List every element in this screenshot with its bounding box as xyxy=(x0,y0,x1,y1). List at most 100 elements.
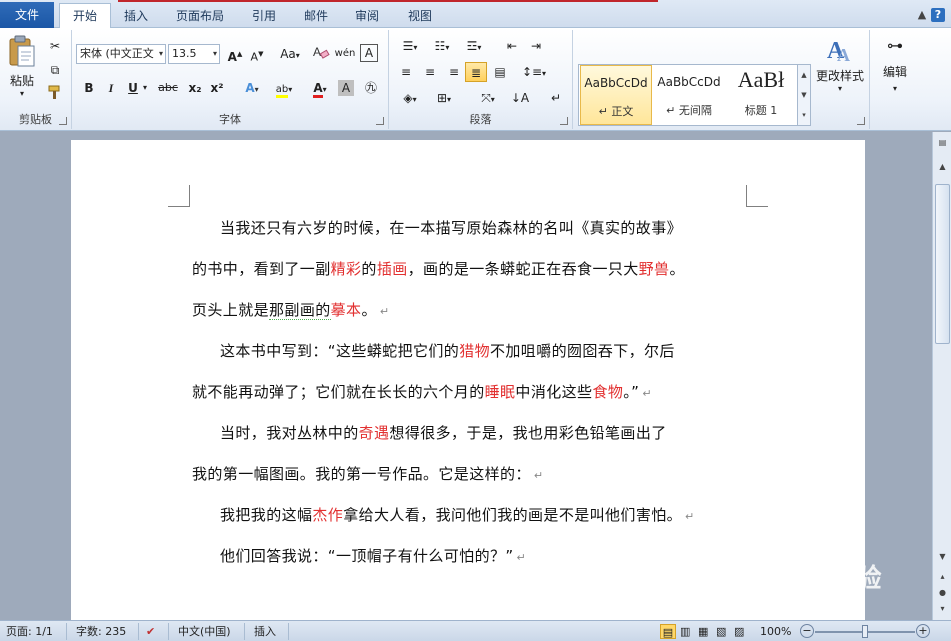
scroll-down-icon[interactable]: ▼ xyxy=(935,552,950,566)
bullets-icon[interactable]: ☰▾ xyxy=(395,36,425,56)
superscript-button[interactable]: x² xyxy=(206,78,228,98)
character-shading-icon[interactable]: A xyxy=(338,80,354,96)
scroll-down-icon[interactable]: ▼ xyxy=(798,85,810,105)
document-page[interactable]: 当我还只有六岁的时候，在一本描写原始森林的名叫《真实的故事》 的书中，看到了一副精… xyxy=(71,140,865,625)
outline-view-icon[interactable]: ▧ xyxy=(716,624,726,639)
multilevel-list-icon[interactable]: ☲▾ xyxy=(459,36,489,56)
zoom-slider-thumb[interactable] xyxy=(862,625,868,638)
tab-references[interactable]: 引用 xyxy=(244,6,284,28)
tab-mailings[interactable]: 邮件 xyxy=(296,6,336,28)
next-page-icon[interactable]: ▾ xyxy=(935,604,950,618)
highlighted-word: 猎物 xyxy=(459,342,490,360)
text-run: 的书中，看到了一副 xyxy=(192,260,331,278)
decrease-indent-icon[interactable]: ⇤ xyxy=(501,36,523,56)
insert-mode-indicator[interactable]: 插入 xyxy=(254,624,276,639)
scroll-up-icon[interactable]: ▲ xyxy=(798,65,810,85)
crop-mark xyxy=(746,185,768,207)
phonetic-guide-icon[interactable]: wén xyxy=(334,44,356,64)
clipboard-launcher-icon[interactable] xyxy=(59,117,67,125)
scroll-up-icon[interactable]: ▲ xyxy=(935,162,950,176)
underline-dropdown-icon[interactable]: ▾ xyxy=(140,78,150,98)
distributed-icon[interactable]: ▤ xyxy=(489,62,511,82)
chinese-layout-icon[interactable]: ⤧▾ xyxy=(473,88,503,108)
align-center-icon[interactable]: ≡ xyxy=(419,62,441,82)
zoom-level[interactable]: 100% xyxy=(760,624,791,639)
bold-button[interactable]: B xyxy=(78,78,100,98)
web-layout-icon[interactable]: ▦ xyxy=(698,624,708,639)
change-case-button[interactable]: Aa▾ xyxy=(276,44,304,64)
ruler-toggle-icon[interactable]: ▤ xyxy=(935,138,950,152)
text-effects-button[interactable]: A▾ xyxy=(238,78,266,98)
word-count[interactable]: 字数: 235 xyxy=(76,624,126,639)
tab-view[interactable]: 视图 xyxy=(400,6,440,28)
page-indicator[interactable]: 页面: 1/1 xyxy=(6,624,53,639)
previous-page-icon[interactable]: ▴ xyxy=(935,572,950,586)
paragraph-mark: ↵ xyxy=(685,510,695,523)
cut-icon[interactable]: ✂ xyxy=(44,36,66,56)
style-no-spacing[interactable]: AaBbCcDd ↵ 无间隔 xyxy=(653,65,725,125)
style-heading-1[interactable]: AaBł 标题 1 xyxy=(725,65,797,125)
text-line: 的书中，看到了一副精彩的插画，画的是一条蟒蛇正在吞食一只大野兽。 xyxy=(192,249,752,290)
font-color-button[interactable]: A▾ xyxy=(306,78,334,98)
browse-object-icon[interactable]: ● xyxy=(935,588,950,602)
shading-icon[interactable]: ◈▾ xyxy=(395,88,425,108)
align-left-icon[interactable]: ≡ xyxy=(395,62,417,82)
zoom-out-button[interactable]: − xyxy=(800,624,814,638)
styles-scroll[interactable]: ▲ ▼ ▾ xyxy=(797,64,811,126)
tab-insert[interactable]: 插入 xyxy=(116,6,156,28)
font-size-combo[interactable]: 13.5 ▾ xyxy=(168,44,220,64)
document-paragraph[interactable]: 这本书中写到：“这些蟒蛇把它们的猎物不加咀嚼的囫囵吞下，尔后 就不能再动弹了；它们… xyxy=(192,331,752,413)
grow-font-button[interactable]: A▲ xyxy=(224,44,246,64)
scroll-thumb[interactable] xyxy=(935,184,950,344)
sort-icon[interactable]: ↓A xyxy=(509,88,531,108)
character-border-icon[interactable]: A xyxy=(360,44,378,62)
show-marks-icon[interactable]: ↵ xyxy=(545,88,567,108)
editing-button[interactable]: ⊶ 编辑 ▾ xyxy=(876,36,914,106)
tab-review[interactable]: 审阅 xyxy=(347,6,387,28)
text-run: 我的第一幅图画。我的第一号作品。它是这样的： xyxy=(192,465,531,483)
full-screen-reading-icon[interactable]: ▥ xyxy=(680,624,690,639)
styles-launcher-icon[interactable] xyxy=(857,117,865,125)
tab-file[interactable]: 文件 xyxy=(0,2,54,28)
italic-button[interactable]: I xyxy=(100,78,122,98)
change-styles-button[interactable]: A A 更改样式 ▾ xyxy=(813,34,867,104)
increase-indent-icon[interactable]: ⇥ xyxy=(525,36,547,56)
numbering-icon[interactable]: ☷▾ xyxy=(427,36,457,56)
shrink-font-button[interactable]: A▼ xyxy=(246,44,268,64)
format-painter-icon[interactable] xyxy=(44,84,66,104)
strikethrough-button[interactable]: abc xyxy=(154,78,182,98)
document-paragraph[interactable]: 我把我的这幅杰作拿给大人看，我问他们我的画是不是叫他们害怕。 ↵ xyxy=(192,495,752,536)
paragraph-group: ☰▾ ☷▾ ☲▾ ⇤ ⇥ ≡ ≡ ≡ ≣ ▤ ↕≡▾ ◈▾ ⊞▾ ⤧▾ ↓A ↵… xyxy=(389,30,573,129)
highlighted-word: 睡眠 xyxy=(484,383,516,401)
document-paragraph[interactable]: 当我还只有六岁的时候，在一本描写原始森林的名叫《真实的故事》 的书中，看到了一副精… xyxy=(192,208,752,331)
clear-formatting-icon[interactable]: A xyxy=(310,44,332,64)
tab-home[interactable]: 开始 xyxy=(59,3,111,29)
copy-icon[interactable]: ⧉ xyxy=(44,60,66,80)
style-normal[interactable]: AaBbCcDd ↵ 正文 xyxy=(580,65,652,125)
subscript-button[interactable]: x₂ xyxy=(184,78,206,98)
minimize-ribbon-icon[interactable]: ▲ xyxy=(915,8,929,22)
paste-button[interactable]: 粘贴 ▾ xyxy=(4,34,40,102)
justify-icon[interactable]: ≣ xyxy=(465,62,487,82)
print-layout-icon[interactable]: ▤ xyxy=(660,624,676,639)
more-styles-icon[interactable]: ▾ xyxy=(798,105,810,125)
tab-page-layout[interactable]: 页面布局 xyxy=(170,6,230,28)
document-paragraph[interactable]: 当时，我对丛林中的奇遇想得很多，于是，我也用彩色铅笔画出了 我的第一幅图画。我的第… xyxy=(192,413,752,495)
line-spacing-icon[interactable]: ↕≡▾ xyxy=(519,62,549,82)
paragraph-group-label: 段落 xyxy=(469,113,492,126)
document-paragraph[interactable]: 他们回答我说：“一顶帽子有什么可怕的？” ↵ xyxy=(192,536,752,577)
paragraph-launcher-icon[interactable] xyxy=(560,117,568,125)
borders-icon[interactable]: ⊞▾ xyxy=(429,88,459,108)
font-name-combo[interactable]: 宋体 (中文正文 ▾ xyxy=(76,44,166,64)
proofing-icon[interactable]: ✔ xyxy=(146,624,155,639)
align-right-icon[interactable]: ≡ xyxy=(443,62,465,82)
zoom-in-button[interactable]: + xyxy=(916,624,930,638)
paste-dropdown-icon[interactable]: ▾ xyxy=(4,89,40,98)
enclose-characters-icon[interactable]: ㊈ xyxy=(360,78,382,98)
draft-view-icon[interactable]: ▨ xyxy=(734,624,744,639)
language-indicator[interactable]: 中文(中国) xyxy=(178,624,231,639)
highlight-color-button[interactable]: ab▾ xyxy=(270,78,298,98)
vertical-scrollbar[interactable]: ▤ ▲ ▼ ▴ ● ▾ xyxy=(932,132,951,620)
help-icon[interactable]: ? xyxy=(931,8,945,22)
font-launcher-icon[interactable] xyxy=(376,117,384,125)
